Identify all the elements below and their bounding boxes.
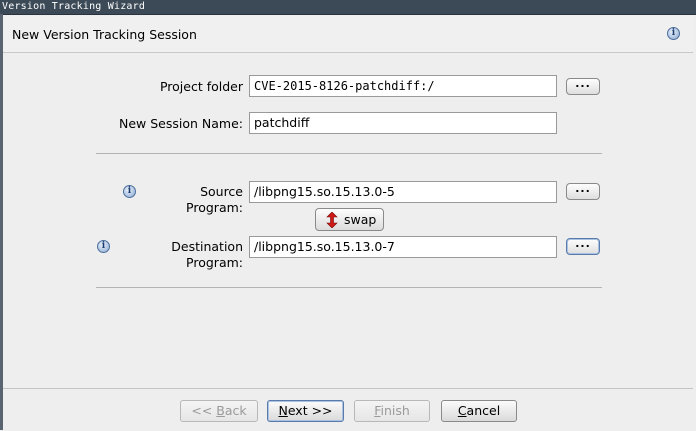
session-name-input[interactable]: patchdiff <box>249 112 557 134</box>
destination-program-info-icon[interactable]: i <box>97 240 110 253</box>
back-prefix: << <box>191 403 217 418</box>
source-program-browse-button[interactable]: ... <box>566 183 600 200</box>
source-program-info-icon[interactable]: i <box>123 185 136 198</box>
destination-program-label: Destination Program: <box>171 239 243 270</box>
destination-program-browse-button[interactable]: ... <box>566 238 600 255</box>
source-program-label: Source Program: <box>186 184 243 215</box>
project-folder-label: Project folder <box>159 79 243 94</box>
cancel-button[interactable]: Cancel <box>441 400 517 422</box>
cancel-mnemonic: C <box>457 403 467 418</box>
swap-button[interactable]: swap <box>315 208 384 231</box>
swap-arrows-icon <box>326 212 338 228</box>
finish-label: inish <box>380 403 410 418</box>
next-mnemonic: N <box>278 403 288 418</box>
next-button[interactable]: Next >> <box>267 400 344 422</box>
finish-button[interactable]: Finish <box>354 400 430 422</box>
project-folder-field[interactable]: CVE-2015-8126-patchdiff:/ <box>249 75 557 97</box>
project-folder-browse-button[interactable]: ... <box>566 78 600 95</box>
session-name-label: New Session Name: <box>119 116 243 131</box>
cancel-label: ancel <box>466 403 501 418</box>
swap-label: swap <box>344 212 377 227</box>
destination-program-field[interactable]: /libpng15.so.15.13.0-7 <box>249 236 557 258</box>
back-mnemonic: B <box>216 403 225 418</box>
wizard-footer: << Back Next >> Finish Cancel <box>3 388 693 431</box>
wizard-header: New Version Tracking Session i <box>3 16 693 53</box>
info-icon[interactable]: i <box>667 27 680 40</box>
wizard-title: New Version Tracking Session <box>12 27 197 42</box>
wizard-content: Project folder CVE-2015-8126-patchdiff:/… <box>3 53 693 387</box>
separator <box>96 153 602 154</box>
separator <box>96 287 602 288</box>
next-label: ext >> <box>287 403 333 418</box>
back-label: ack <box>224 403 247 418</box>
source-program-field[interactable]: /libpng15.so.15.13.0-5 <box>249 181 557 203</box>
back-button[interactable]: << Back <box>180 400 258 422</box>
window-titlebar[interactable]: Version Tracking Wizard <box>0 0 696 15</box>
window-title: Version Tracking Wizard <box>2 1 146 12</box>
